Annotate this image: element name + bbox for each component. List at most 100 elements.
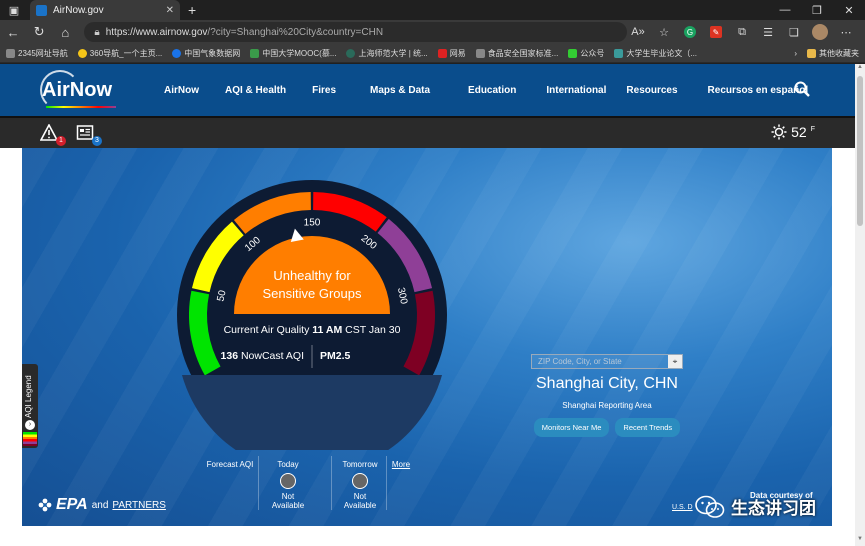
scrollbar-thumb[interactable] — [857, 76, 863, 226]
zip-city-state-input[interactable] — [532, 355, 668, 368]
page-scrollbar[interactable]: ▲ ▼ — [855, 64, 865, 546]
main-menu: AirNow AQI & Health Fires Maps & Data Ed… — [164, 85, 834, 96]
menu-recursos-espanol[interactable]: Recursos en español — [708, 85, 835, 96]
sun-icon — [771, 124, 787, 140]
lock-icon: 🔒︎ — [94, 26, 100, 38]
airnow-logo[interactable]: AirNow — [0, 64, 120, 116]
favorites-icon[interactable]: ☰ — [757, 21, 779, 43]
page-icon — [475, 48, 485, 58]
alerts-button[interactable]: 1 — [39, 123, 66, 146]
scroll-down-icon[interactable]: ▼ — [855, 536, 865, 546]
url-field[interactable]: 🔒︎ https://www.airnow.gov/?city=Shanghai… — [84, 22, 627, 42]
airnow-page: AirNow AirNow AQI & Health Fires Maps & … — [0, 64, 855, 546]
search-icon[interactable] — [794, 81, 810, 97]
back-icon[interactable]: ← — [0, 20, 26, 44]
profile-avatar[interactable] — [812, 24, 828, 40]
site-icon — [250, 48, 260, 58]
bookmark-item[interactable]: 公众号 — [568, 48, 604, 59]
menu-resources[interactable]: Resources — [626, 85, 707, 96]
bookmark-item[interactable]: 2345网址导航 — [6, 48, 68, 59]
red-extension-icon[interactable]: ✎ — [710, 26, 722, 38]
tab-title: AirNow.gov — [53, 4, 104, 16]
data-source-link[interactable]: U.S. D — [672, 504, 693, 511]
menu-education[interactable]: Education — [468, 85, 546, 96]
site-icon — [437, 48, 447, 58]
aqi-legend-label: AQI Legend — [24, 375, 33, 418]
extensions-icon[interactable]: ⧉ — [731, 21, 753, 43]
window-controls: — ❐ ✕ — [769, 0, 865, 20]
toolbar-extensions: A» ☆ G ✎ ⧉ ☰ ❏ ⋯ — [627, 21, 865, 43]
nowcast-aqi: 136 NowCast AQI — [221, 350, 304, 362]
tomorrow-available: Available — [343, 501, 377, 510]
site-icon — [568, 48, 578, 58]
logo-color-bar — [46, 106, 116, 108]
scroll-up-icon[interactable]: ▲ — [855, 64, 865, 74]
wechat-icon — [695, 495, 725, 518]
grammarly-extension-icon[interactable]: G — [684, 26, 696, 38]
minimize-icon[interactable]: — — [769, 0, 801, 20]
new-tab-icon[interactable]: + — [188, 2, 196, 18]
bookmark-item[interactable]: 上海师范大学 | 统... — [346, 48, 428, 59]
recent-trends-button[interactable]: Recent Trends — [615, 418, 681, 437]
pollutant-label: PM2.5 — [320, 350, 351, 362]
other-favorites-folder[interactable]: 其他收藏夹 — [807, 48, 859, 59]
address-bar-row: ← ↻ ⌂ 🔒︎ https://www.airnow.gov/?city=Sh… — [0, 20, 865, 44]
notices-count-badge: 3 — [92, 136, 102, 146]
more-icon[interactable]: ⋯ — [835, 21, 857, 43]
page-icon — [6, 48, 15, 58]
wechat-watermark: 生态讲习团 — [695, 494, 816, 519]
tab-actions-icon[interactable]: ▣ — [0, 0, 28, 20]
aqi-legend-tab[interactable]: AQI Legend › — [22, 364, 38, 448]
close-tab-icon[interactable]: ✕ — [166, 5, 174, 16]
collections-icon[interactable]: ❏ — [783, 21, 805, 43]
url-host: https://www.airnow.gov — [105, 26, 208, 38]
maximize-icon[interactable]: ❐ — [801, 0, 833, 20]
locate-me-icon[interactable]: ⌖ — [668, 355, 682, 368]
home-icon[interactable]: ⌂ — [52, 20, 78, 44]
read-aloud-icon[interactable]: A» — [627, 21, 649, 43]
bookmark-item[interactable]: 360导航_一个主页... — [77, 48, 162, 59]
forecast-divider — [386, 456, 387, 510]
tomorrow-aqi-circle-icon — [352, 473, 368, 489]
browser-tab-bar: ▣ AirNow.gov ✕ + — ❐ ✕ — [0, 0, 865, 20]
watermark-text: 生态讲习团 — [731, 499, 816, 518]
favorite-star-icon[interactable]: ☆ — [653, 21, 675, 43]
forecast-section: Forecast AQI Today Not Available Tomorro… — [198, 456, 426, 520]
site-icon — [346, 48, 356, 58]
menu-international[interactable]: International — [546, 85, 626, 96]
bookmark-item[interactable]: 中国大学MOOC(慕... — [250, 48, 336, 59]
today-not: Not — [281, 492, 295, 501]
bookmarks-overflow: › 其他收藏夹 — [794, 48, 859, 59]
partners-link[interactable]: PARTNERS — [112, 500, 166, 511]
folder-icon — [807, 48, 816, 58]
close-window-icon[interactable]: ✕ — [833, 0, 865, 20]
url-path: /?city=Shanghai%20City&country=CHN — [207, 26, 384, 38]
location-name: Shanghai City, CHN — [536, 375, 678, 392]
menu-fires[interactable]: Fires — [312, 85, 370, 96]
epa-logo[interactable]: EPA — [56, 496, 88, 514]
forecast-divider — [331, 456, 332, 510]
notices-button[interactable]: 3 — [76, 124, 102, 146]
alerts-count-badge: 1 — [56, 136, 66, 146]
chevron-right-icon[interactable]: › — [794, 49, 797, 58]
hero-section: 50 100 150 200 300 Unhealthy for Sensitive G… — [22, 148, 832, 526]
weather-widget[interactable]: 52 F — [771, 124, 815, 140]
category-line1: Unhealthy for — [273, 268, 351, 283]
today-aqi-circle-icon — [280, 473, 296, 489]
monitors-near-me-button[interactable]: Monitors Near Me — [533, 418, 610, 437]
bookmark-item[interactable]: 中国气象数据网 — [172, 48, 240, 59]
bookmark-item[interactable]: 食品安全国家标准... — [475, 48, 558, 59]
menu-aqi-health[interactable]: AQI & Health — [225, 85, 312, 96]
aqi-legend-colors — [23, 432, 37, 446]
menu-maps-data[interactable]: Maps & Data — [370, 85, 468, 96]
location-buttons: Monitors Near Me Recent Trends — [527, 418, 687, 437]
bookmark-item[interactable]: 大学生毕业论文（... — [614, 48, 697, 59]
menu-airnow[interactable]: AirNow — [164, 85, 225, 96]
refresh-icon[interactable]: ↻ — [26, 20, 52, 44]
site-navigation: AirNow AirNow AQI & Health Fires Maps & … — [0, 64, 855, 116]
bookmark-item[interactable]: 网易 — [437, 48, 466, 59]
logo-text: AirNow — [42, 78, 112, 101]
browser-tab[interactable]: AirNow.gov ✕ — [30, 0, 180, 20]
forecast-more-link[interactable]: More — [390, 460, 412, 469]
forecast-title: Forecast AQI — [206, 460, 254, 469]
